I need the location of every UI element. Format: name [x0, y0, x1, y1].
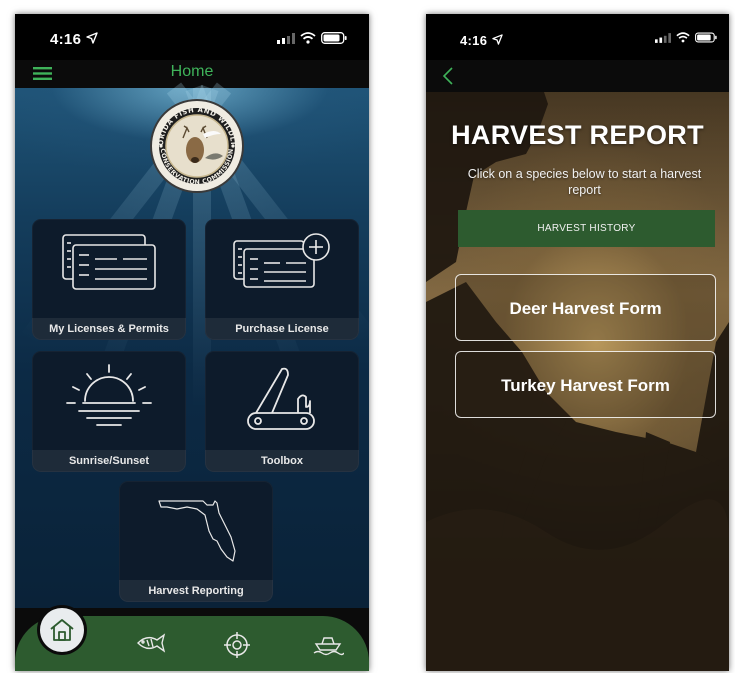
license-cards-icon — [62, 234, 156, 290]
wifi-icon — [676, 32, 690, 43]
nav-bar — [426, 60, 729, 92]
location-arrow-icon — [492, 33, 503, 48]
status-icons — [655, 32, 717, 43]
status-bar: 4:16 — [426, 14, 729, 60]
add-license-icon — [233, 233, 330, 288]
home-screen-phone: 4:16 Home FLORIDA FISH AND WILDLIF — [15, 14, 369, 671]
fwc-logo: FLORIDA FISH AND WILDLIFE CONSERVATION C… — [149, 98, 244, 193]
turkey-harvest-form-button[interactable]: Turkey Harvest Form — [455, 351, 716, 418]
deer-harvest-form-button[interactable]: Deer Harvest Form — [455, 274, 716, 341]
status-bar: 4:16 — [15, 14, 369, 60]
target-icon[interactable] — [224, 632, 250, 658]
pocket-knife-icon — [247, 367, 315, 430]
sunrise-icon — [66, 364, 152, 426]
boat-icon[interactable] — [312, 632, 344, 656]
fish-icon[interactable] — [135, 632, 167, 654]
nav-home-button[interactable] — [40, 608, 84, 652]
page-title: HARVEST REPORT — [451, 120, 704, 150]
battery-icon — [695, 32, 717, 43]
tile-label: Harvest Reporting — [119, 580, 273, 602]
harvest-body: HARVEST REPORT Click on a species below … — [426, 92, 729, 671]
status-icons — [277, 32, 347, 44]
page-subtitle: Click on a species below to start a harv… — [467, 167, 702, 197]
harvest-report-phone: 4:16 HARVEST REPORT Click on a species b… — [426, 14, 729, 671]
harvest-history-button[interactable]: HARVEST HISTORY — [458, 210, 715, 247]
status-time: 4:16 — [460, 33, 488, 48]
battery-icon — [321, 32, 347, 44]
page-title: Home — [170, 63, 214, 80]
tile-label: Sunrise/Sunset — [32, 450, 186, 472]
tile-sunrise-sunset[interactable]: Sunrise/Sunset — [32, 351, 186, 472]
tile-purchase-license[interactable]: Purchase License — [205, 219, 359, 340]
signal-icon — [655, 32, 671, 43]
app-header: Home — [15, 60, 369, 88]
home-icon — [50, 619, 74, 641]
tile-label: Toolbox — [205, 450, 359, 472]
home-body: FLORIDA FISH AND WILDLIFE CONSERVATION C… — [15, 82, 369, 608]
florida-map-icon — [158, 500, 236, 562]
back-chevron-icon[interactable] — [442, 67, 454, 85]
tile-label: My Licenses & Permits — [32, 318, 186, 340]
tile-toolbox[interactable]: Toolbox — [205, 351, 359, 472]
wifi-icon — [300, 32, 316, 44]
tile-label: Purchase License — [205, 318, 359, 340]
location-arrow-icon — [86, 31, 98, 48]
bottom-nav — [15, 608, 369, 671]
signal-icon — [277, 32, 295, 44]
status-time: 4:16 — [50, 31, 82, 48]
tile-harvest-reporting[interactable]: Harvest Reporting — [119, 481, 273, 602]
tile-my-licenses[interactable]: My Licenses & Permits — [32, 219, 186, 340]
